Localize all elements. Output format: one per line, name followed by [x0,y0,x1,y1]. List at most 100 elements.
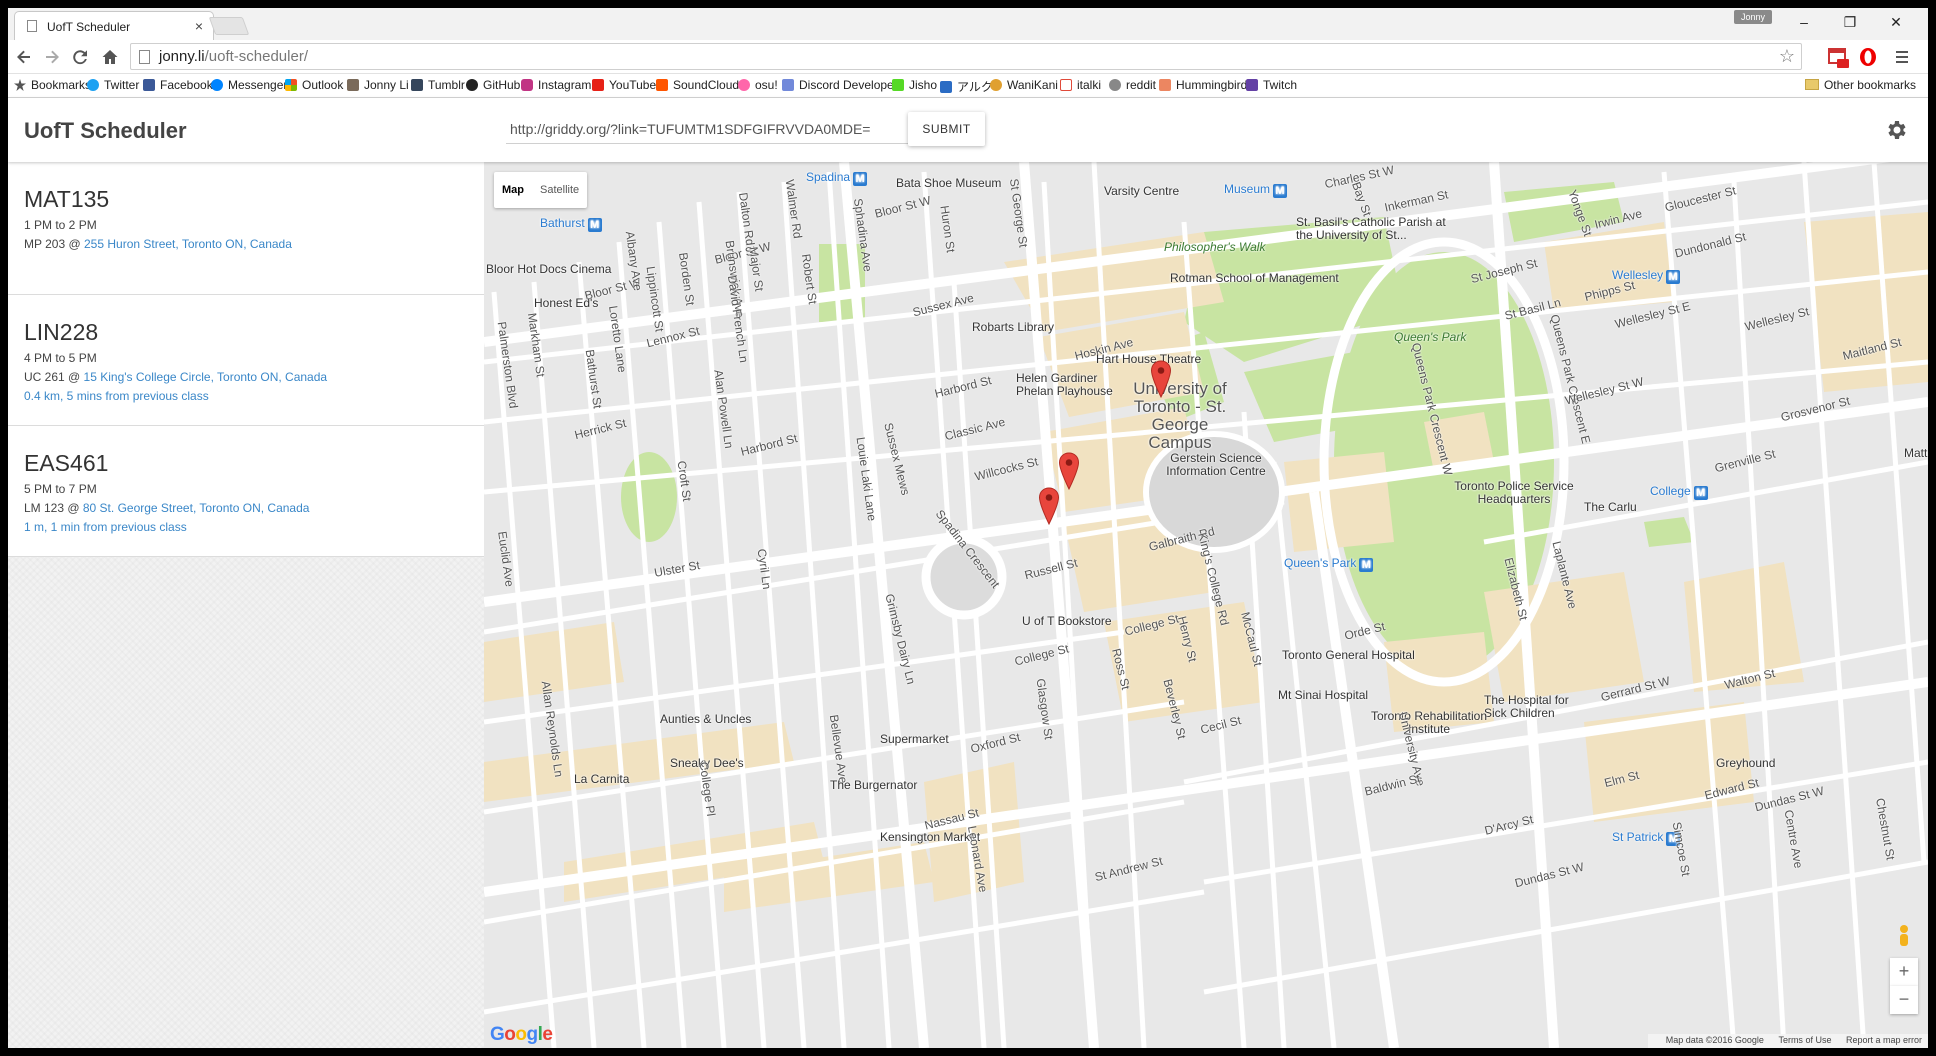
calendar-extension-icon[interactable] [1828,47,1849,68]
submit-button[interactable]: SUBMIT [908,112,985,146]
map[interactable]: Map Satellite Bata Shoe Museum Varsity C… [484,162,1928,1048]
map-attribution: Map data ©2016 Google Terms of Use Repor… [1647,1034,1928,1048]
jisho-icon [892,79,904,91]
bookmark-messenger[interactable]: Messenger [211,78,287,92]
opera-extension-icon[interactable] [1858,47,1878,67]
tab-uoft-scheduler[interactable]: UofT Scheduler × [14,11,214,40]
bookmark-wanikani[interactable]: WaniKani [990,78,1058,92]
bookmark-reddit[interactable]: reddit [1109,78,1156,92]
class-time: 1 PM to 2 PM [24,218,97,232]
bookmark-outlook[interactable]: Outlook [285,78,343,92]
bookmark-soundcloud[interactable]: SoundCloud [656,78,739,92]
terms-link[interactable]: Terms of Use [1778,1035,1831,1045]
course-code: EAS461 [24,450,109,476]
app-title: UofT Scheduler [24,118,187,143]
bookmark-jonny-li[interactable]: Jonny Li [347,78,409,92]
profile-badge[interactable]: Jonny [1734,10,1772,24]
place-label: Honest Ed's [534,296,599,310]
bookmark-facebook[interactable]: Facebook [143,78,213,92]
reddit-icon [1109,79,1121,91]
place-label: The Burgernator [830,778,918,792]
park-label: Philosopher's Walk [1164,240,1266,254]
bookmark-instagram[interactable]: Instagram [521,78,591,92]
bookmark-hummingbird[interactable]: Hummingbird [1159,78,1247,92]
pegman-icon[interactable] [1894,924,1914,950]
bookmark-star-icon[interactable]: ☆ [1779,46,1795,67]
place-label: Hart House Theatre [1096,352,1202,366]
transit-label: St Patrick M [1612,830,1681,846]
avatar-icon [347,79,359,91]
class-list: MAT135 1 PM to 2 PM MP 203 @ 255 Huron S… [8,162,484,1048]
menu-icon[interactable] [1892,47,1912,67]
youtube-icon [592,79,604,91]
class-location: LM 123 @ 80 St. George Street, Toronto O… [24,501,310,515]
travel-distance[interactable]: 1 m, 1 min from previous class [24,520,187,534]
map-pin-icon[interactable] [1150,360,1172,398]
bookmark-jisho[interactable]: Jisho [892,78,937,92]
wanikani-icon [990,79,1002,91]
bookmark-alc[interactable]: アルク [940,78,993,95]
subway-icon: M [1359,558,1374,572]
tab-close-icon[interactable]: × [195,18,203,34]
github-icon [466,79,478,91]
new-tab-button[interactable] [208,17,250,35]
bookmark-youtube[interactable]: YouTube [592,78,656,92]
map-data-text: Map data ©2016 Google [1665,1035,1764,1045]
map-pin-icon[interactable] [1058,452,1080,490]
bookmark-italki[interactable]: italki [1060,78,1101,92]
bookmark-twitch[interactable]: Twitch [1246,78,1297,92]
place-label: Bata Shoe Museum [896,176,1002,190]
place-label: La Carnita [574,772,630,786]
park-label: Queen's Park [1394,330,1467,344]
discord-icon [782,79,794,91]
hummingbird-icon [1159,79,1171,91]
reload-icon[interactable] [70,47,90,67]
place-label: Bloor Hot Docs Cinema [486,262,612,276]
zoom-in-button[interactable]: + [1890,958,1918,986]
bookmark-discord-developers[interactable]: Discord Developers [782,78,904,92]
facebook-icon [143,79,155,91]
close-window-button[interactable]: ✕ [1874,12,1918,34]
place-label: Aunties & Uncles [660,712,752,726]
map-type-satellite[interactable]: Satellite [532,172,587,208]
map-type-control: Map Satellite [494,172,588,208]
place-label: Toronto General Hospital [1282,648,1415,662]
bookmark-tumblr[interactable]: Tumblr [411,78,465,92]
tab-title: UofT Scheduler [47,20,131,34]
schedule-link-input[interactable] [506,114,910,144]
place-label: Rotman School of Management [1170,271,1339,285]
instagram-icon [521,79,533,91]
page-info-icon[interactable] [139,50,150,64]
gear-icon[interactable] [1884,118,1908,142]
place-label: Toronto Police Service Headquarters [1454,479,1574,506]
bookmark-bookmarks[interactable]: Bookmarks [14,78,91,92]
restore-button[interactable]: ❐ [1828,12,1872,34]
other-bookmarks[interactable]: Other bookmarks [1804,78,1916,92]
map-pin-icon[interactable] [1038,487,1060,525]
soundcloud-icon [656,79,668,91]
map-type-map[interactable]: Map [494,172,532,208]
osu-icon [738,79,750,91]
back-icon[interactable] [14,47,34,67]
home-icon[interactable] [100,47,120,67]
address-link[interactable]: 15 King's College Circle, Toronto ON, Ca… [84,370,328,384]
report-error-link[interactable]: Report a map error [1846,1035,1922,1045]
app-header: UofT Scheduler SUBMIT [8,98,1928,162]
address-link[interactable]: 255 Huron Street, Toronto ON, Canada [84,237,292,251]
minimize-button[interactable]: – [1782,12,1826,34]
bookmark-osu[interactable]: osu! [738,78,778,92]
class-card: LIN228 4 PM to 5 PM UC 261 @ 15 King's C… [8,295,484,426]
star-icon [14,79,26,91]
class-card: EAS461 5 PM to 7 PM LM 123 @ 80 St. Geor… [8,426,484,557]
address-link[interactable]: 80 St. George Street, Toronto ON, Canada [83,501,310,515]
address-bar[interactable]: jonny.li/uoft-scheduler/ ☆ [130,43,1802,70]
bookmark-twitter[interactable]: Twitter [87,78,139,92]
zoom-out-button[interactable]: − [1890,986,1918,1014]
bookmark-github[interactable]: GitHub [466,78,520,92]
forward-icon[interactable] [42,47,62,67]
place-label: Matt [1904,446,1928,460]
subway-icon: M [587,218,602,232]
transit-label: Museum M [1224,182,1288,198]
course-code: MAT135 [24,186,110,212]
travel-distance[interactable]: 0.4 km, 5 mins from previous class [24,389,209,403]
